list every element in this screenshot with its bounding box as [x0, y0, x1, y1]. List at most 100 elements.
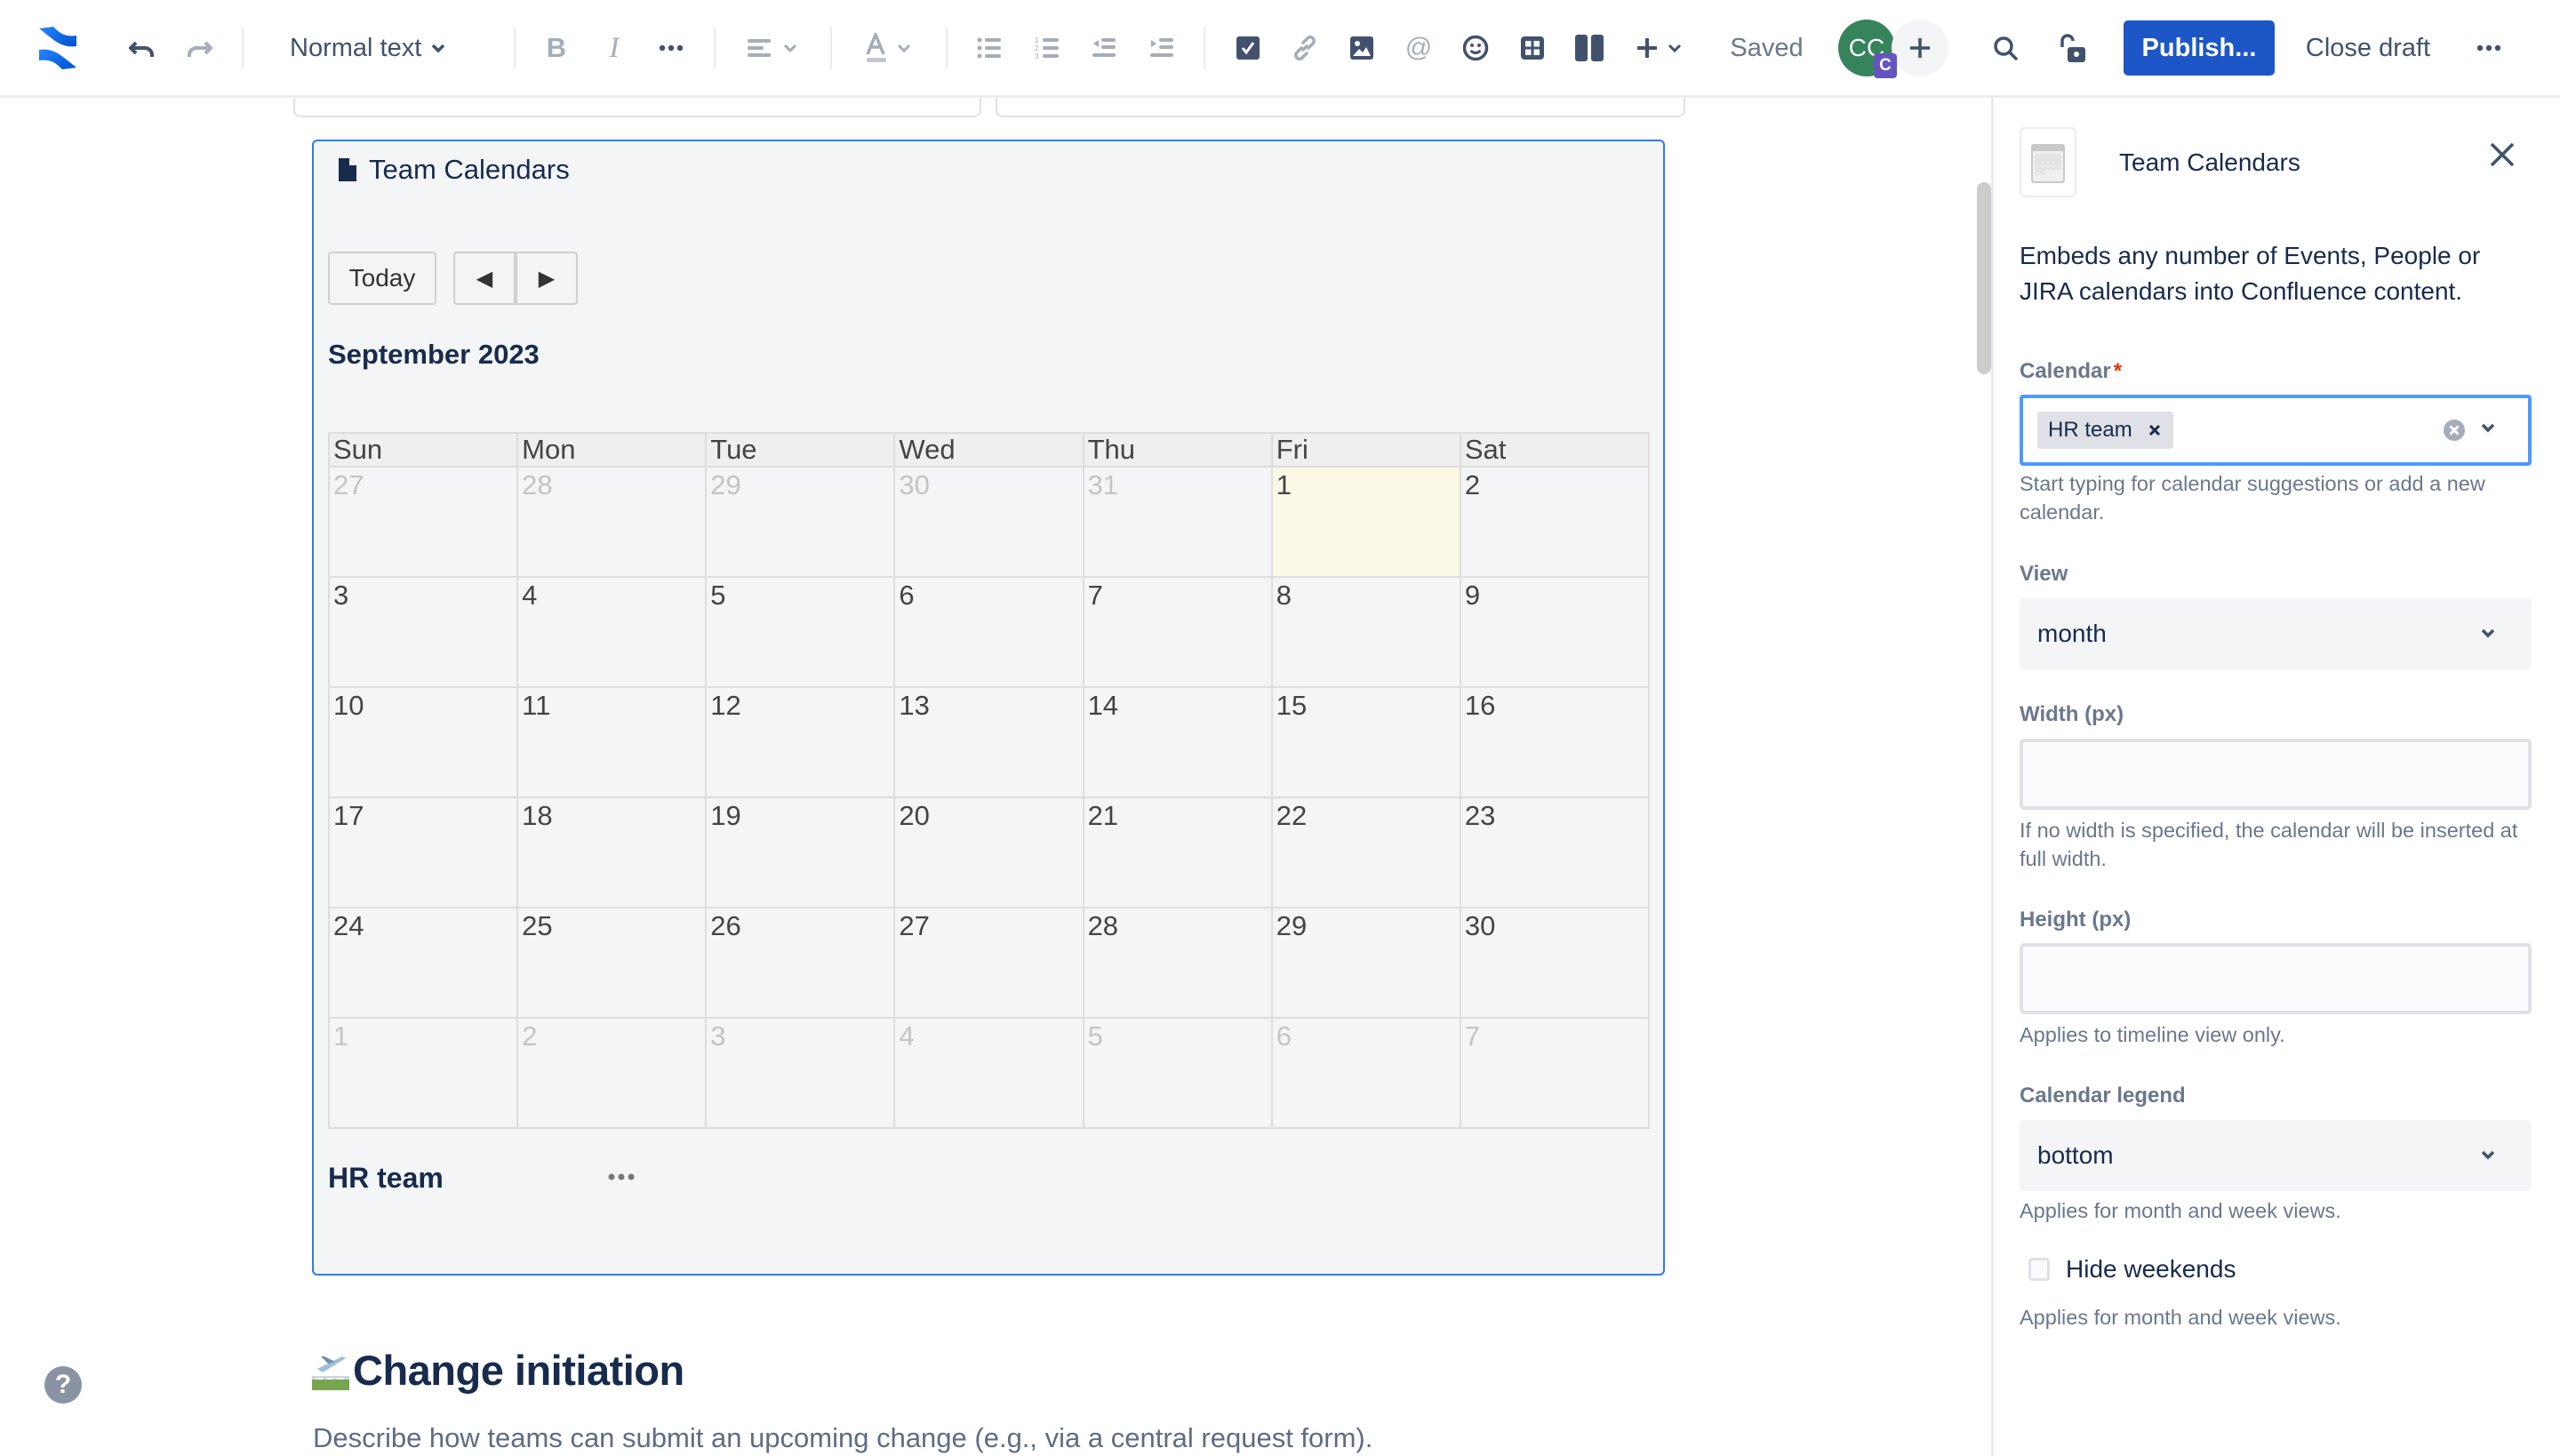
- more-icon: [659, 44, 684, 52]
- calendar-day[interactable]: 11: [516, 686, 708, 798]
- table-cell[interactable]: [996, 98, 1685, 117]
- width-input[interactable]: [2020, 739, 2532, 810]
- calendar-day[interactable]: 4: [516, 576, 708, 688]
- legend-helper-text: Applies for month and week views.: [2020, 1199, 2341, 1222]
- calendar-day[interactable]: 2: [516, 1017, 708, 1129]
- undo-button[interactable]: [119, 0, 165, 96]
- emoji-button[interactable]: [1452, 0, 1499, 96]
- more-formatting-button[interactable]: [648, 0, 694, 96]
- calendar-day[interactable]: 28: [1082, 907, 1273, 1019]
- calendar-day[interactable]: 21: [1082, 796, 1273, 908]
- editor-scrollbar[interactable]: [1977, 182, 1991, 374]
- today-button[interactable]: Today: [328, 252, 436, 305]
- width-field-label: Width (px): [2020, 702, 2124, 726]
- calendar-day[interactable]: 27: [893, 907, 1084, 1019]
- alignment-dropdown[interactable]: [741, 0, 804, 96]
- calendar-day[interactable]: 24: [327, 907, 519, 1019]
- calendar-day[interactable]: 5: [705, 576, 896, 688]
- paragraph[interactable]: Describe how teams can submit an upcomin…: [313, 1422, 1372, 1454]
- numbered-list-button[interactable]: 123: [1024, 0, 1070, 96]
- more-actions-button[interactable]: [2466, 0, 2512, 96]
- calendar-select[interactable]: HR team: [2020, 395, 2532, 466]
- bold-button[interactable]: B: [533, 0, 580, 96]
- calendar-day[interactable]: 9: [1459, 576, 1651, 688]
- image-button[interactable]: [1339, 0, 1385, 96]
- calendar-day[interactable]: 7: [1082, 576, 1273, 688]
- hide-weekends-checkbox[interactable]: [2028, 1258, 2050, 1281]
- calendar-day[interactable]: 19: [705, 796, 896, 908]
- view-select[interactable]: month: [2020, 598, 2532, 669]
- calendar-day[interactable]: 20: [893, 796, 1084, 908]
- calendar-day[interactable]: 16: [1459, 686, 1651, 798]
- next-month-button[interactable]: ▶: [516, 252, 578, 305]
- calendar-day[interactable]: 23: [1459, 796, 1651, 908]
- close-draft-button[interactable]: Close draft: [2301, 0, 2435, 96]
- macro-icon: [2020, 127, 2076, 197]
- restrictions-button[interactable]: [2050, 0, 2096, 96]
- calendar-day[interactable]: 27: [327, 466, 519, 578]
- calendar-day[interactable]: 29: [1270, 907, 1461, 1019]
- legend-more-button[interactable]: [604, 1164, 639, 1190]
- publish-button[interactable]: Publish...: [2124, 20, 2275, 76]
- clear-selection-icon[interactable]: [2443, 419, 2466, 442]
- calendar-day[interactable]: 17: [327, 796, 519, 908]
- calendar-day[interactable]: 29: [705, 466, 896, 578]
- calendar-day[interactable]: 18: [516, 796, 708, 908]
- confluence-logo[interactable]: [27, 0, 89, 96]
- indent-button[interactable]: [1139, 0, 1185, 96]
- find-replace-button[interactable]: [1982, 0, 2028, 96]
- text-color-dropdown[interactable]: [857, 0, 919, 96]
- bullet-list-button[interactable]: [966, 0, 1012, 96]
- calendar-day[interactable]: 26: [705, 907, 896, 1019]
- calendar-day[interactable]: 3: [705, 1017, 896, 1129]
- calendar-day[interactable]: 12: [705, 686, 896, 798]
- table-cell[interactable]: [293, 98, 981, 117]
- calendar-day[interactable]: 1: [327, 1017, 519, 1129]
- toolbar-divider: [946, 27, 948, 69]
- layouts-button[interactable]: [1566, 0, 1612, 96]
- calendar-day[interactable]: 31: [1082, 466, 1273, 578]
- calendar-day[interactable]: 8: [1270, 576, 1461, 688]
- calendar-day[interactable]: 3: [327, 576, 519, 688]
- calendar-day[interactable]: 6: [1270, 1017, 1461, 1129]
- table-button[interactable]: [1509, 0, 1556, 96]
- calendar-day[interactable]: 7: [1459, 1017, 1651, 1129]
- chevron-down-icon[interactable]: [2479, 421, 2497, 434]
- hide-weekends-label: Hide weekends: [2066, 1255, 2236, 1283]
- redo-button[interactable]: [176, 0, 222, 96]
- calendar-day[interactable]: 13: [893, 686, 1084, 798]
- close-panel-button[interactable]: [2483, 135, 2522, 174]
- calendar-day[interactable]: 25: [516, 907, 708, 1019]
- insert-more-dropdown[interactable]: [1627, 0, 1691, 96]
- previous-month-button[interactable]: ◀: [453, 252, 516, 305]
- toolbar-divider: [514, 27, 516, 69]
- action-item-button[interactable]: [1225, 0, 1271, 96]
- calendar-day[interactable]: 6: [893, 576, 1084, 688]
- text-style-dropdown[interactable]: Normal text: [290, 0, 476, 96]
- calendar-day[interactable]: 5: [1082, 1017, 1273, 1129]
- calendar-day[interactable]: 4: [893, 1017, 1084, 1129]
- legend-select[interactable]: bottom: [2020, 1120, 2532, 1191]
- calendar-day[interactable]: 2: [1459, 466, 1651, 578]
- calendar-day-today[interactable]: 1: [1270, 466, 1461, 578]
- team-calendars-macro[interactable]: Team Calendars Today ◀ ▶ September 2023 …: [312, 140, 1665, 1276]
- calendar-day[interactable]: 30: [1459, 907, 1651, 1019]
- calendar-day[interactable]: 22: [1270, 796, 1461, 908]
- mention-button[interactable]: @: [1396, 0, 1442, 96]
- calendar-day[interactable]: 30: [893, 466, 1084, 578]
- height-input[interactable]: [2020, 943, 2532, 1014]
- chevron-down-icon: [432, 44, 445, 53]
- calendar-day[interactable]: 15: [1270, 686, 1461, 798]
- help-button[interactable]: ?: [44, 1366, 82, 1404]
- panel-description: Embeds any number of Events, People or J…: [2020, 242, 2481, 305]
- calendar-day[interactable]: 14: [1082, 686, 1273, 798]
- hide-weekends-option[interactable]: Hide weekends: [2020, 1255, 2236, 1284]
- link-button[interactable]: [1282, 0, 1328, 96]
- checkbox-task-icon: [1236, 36, 1260, 60]
- italic-button[interactable]: I: [591, 0, 637, 96]
- outdent-button[interactable]: [1081, 0, 1127, 96]
- calendar-day[interactable]: 28: [516, 466, 708, 578]
- remove-chip-button[interactable]: [2148, 424, 2161, 436]
- invite-collaborator-button[interactable]: [1892, 20, 1948, 76]
- calendar-day[interactable]: 10: [327, 686, 519, 798]
